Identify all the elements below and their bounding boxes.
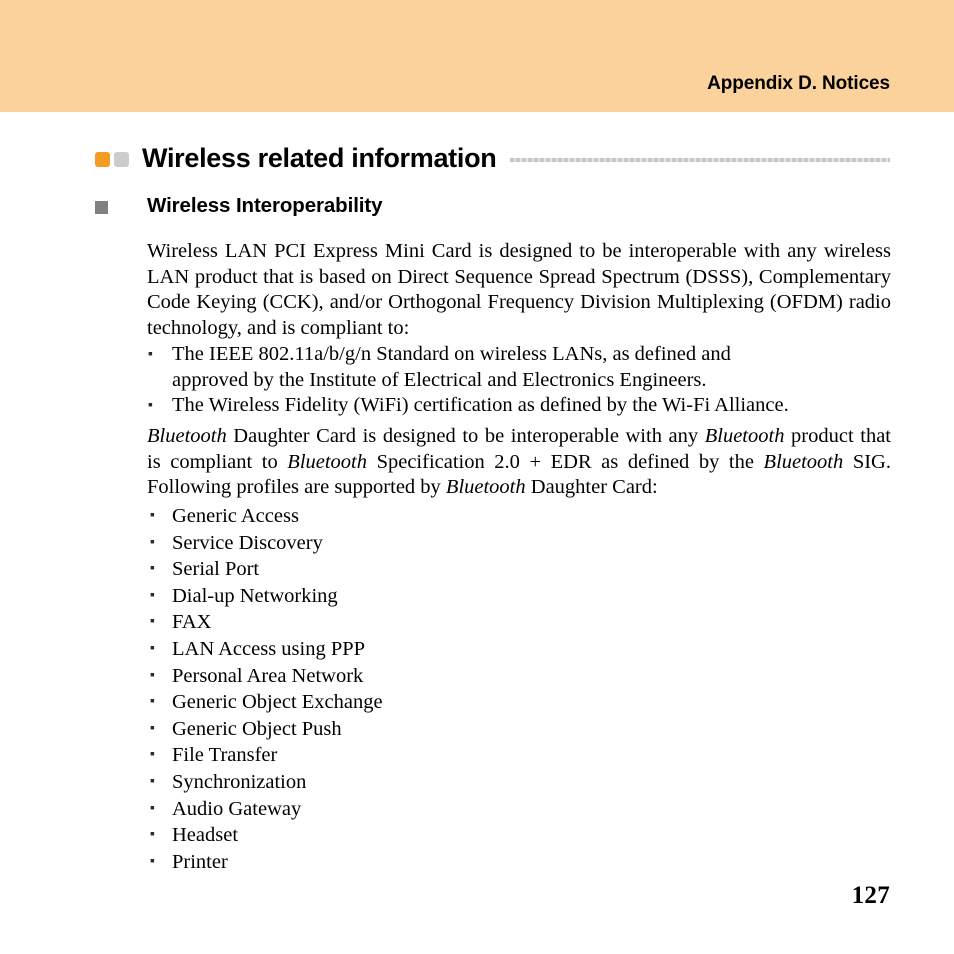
- square-bullet-icon: ▪: [150, 773, 155, 789]
- heading-dotted-rule: [510, 158, 890, 162]
- square-bullet-icon: ▪: [150, 640, 155, 656]
- bluetooth-trademark: Bluetooth: [763, 450, 844, 473]
- square-bullet-icon: ▪: [150, 694, 155, 710]
- subsection-heading-title: Wireless Interoperability: [147, 194, 383, 217]
- list-item: ▪ Printer: [150, 849, 383, 876]
- list-item-label: LAN Access using PPP: [172, 637, 366, 660]
- list-item-label: Generic Object Exchange: [172, 691, 383, 714]
- gray-square-bullet-icon: [95, 201, 108, 214]
- list-item-label: Printer: [172, 850, 228, 873]
- list-item-label: Service Discovery: [172, 531, 323, 554]
- page-number: 127: [851, 882, 890, 909]
- subsection-heading-row: Wireless Interoperability: [95, 194, 383, 218]
- list-item: ▪ Generic Object Exchange: [150, 689, 383, 716]
- section-heading-title: Wireless related information: [142, 142, 497, 173]
- list-item-line: approved by the Institute of Electrical …: [172, 368, 707, 391]
- list-item-label: Serial Port: [172, 558, 260, 581]
- page-header-title: Appendix D. Notices: [707, 73, 890, 94]
- list-item-label: Synchronization: [172, 770, 307, 793]
- list-item: ▪ Audio Gateway: [150, 796, 383, 823]
- list-item-label: Headset: [172, 824, 239, 847]
- square-bullet-icon: ▪: [148, 398, 153, 414]
- square-bullet-icon: ▪: [150, 534, 155, 550]
- list-item-line: The Wireless Fidelity (WiFi) certificati…: [172, 394, 789, 417]
- square-bullet-icon: ▪: [150, 561, 155, 577]
- list-item-label: Dial-up Networking: [172, 584, 338, 607]
- list-item: ▪ FAX: [150, 609, 383, 636]
- list-item-label: Generic Object Push: [172, 717, 342, 740]
- orange-square-icon: [95, 152, 110, 167]
- square-bullet-icon: ▪: [150, 508, 155, 523]
- bluetooth-paragraph: Bluetooth Daughter Card is designed to b…: [147, 424, 891, 501]
- standards-bullet-list: ▪ The IEEE 802.11a/b/g/n Standard on wir…: [147, 342, 891, 419]
- list-item-label: Audio Gateway: [172, 797, 302, 820]
- list-item: ▪ Generic Object Push: [150, 716, 383, 743]
- list-item: ▪ Dial-up Networking: [150, 583, 383, 610]
- list-item-line: The IEEE 802.11a/b/g/n Standard on wirel…: [172, 343, 731, 365]
- page-header-band: Appendix D. Notices: [0, 0, 954, 112]
- list-item-label: File Transfer: [172, 744, 278, 767]
- square-bullet-icon: ▪: [150, 747, 155, 763]
- intro-paragraph: Wireless LAN PCI Express Mini Card is de…: [147, 240, 891, 340]
- square-bullet-icon: ▪: [150, 587, 155, 603]
- bluetooth-trademark: Bluetooth: [704, 425, 785, 447]
- square-bullet-icon: ▪: [150, 853, 155, 869]
- square-bullet-icon: ▪: [150, 800, 155, 816]
- list-item-label: Generic Access: [172, 505, 299, 527]
- list-item: ▪ Synchronization: [150, 769, 383, 796]
- paragraph-text: Daughter Card is designed to be interope…: [226, 425, 705, 447]
- list-item: ▪ The Wireless Fidelity (WiFi) certifica…: [147, 393, 891, 419]
- square-bullet-icon: ▪: [150, 827, 155, 843]
- list-item: ▪ Headset: [150, 822, 383, 849]
- list-item: ▪ LAN Access using PPP: [150, 636, 383, 663]
- square-bullet-icon: ▪: [150, 720, 155, 736]
- intro-paragraph-block: Wireless LAN PCI Express Mini Card is de…: [147, 239, 891, 342]
- list-item: ▪ Serial Port: [150, 556, 383, 583]
- list-item: ▪ Service Discovery: [150, 530, 383, 557]
- square-bullet-icon: ▪: [148, 347, 153, 362]
- list-item-label: Personal Area Network: [172, 664, 364, 687]
- bluetooth-paragraph-block: Bluetooth Daughter Card is designed to b…: [147, 424, 891, 501]
- bluetooth-profile-list: ▪ Generic Access ▪ Service Discovery ▪ Serial…: [150, 503, 383, 875]
- section-heading-row: Wireless related information: [95, 140, 890, 176]
- paragraph-text: Specification 2.0 + EDR as defined by th…: [367, 450, 764, 473]
- list-item: ▪ Generic Access: [150, 503, 383, 530]
- bluetooth-trademark: Bluetooth: [147, 425, 227, 447]
- gray-square-icon: [114, 152, 129, 167]
- square-bullet-icon: ▪: [150, 614, 155, 630]
- list-item: ▪ Personal Area Network: [150, 663, 383, 690]
- bluetooth-trademark: Bluetooth: [445, 476, 526, 499]
- bluetooth-trademark: Bluetooth: [287, 450, 368, 473]
- list-item: ▪ The IEEE 802.11a/b/g/n Standard on wir…: [147, 342, 891, 393]
- list-item-label: FAX: [172, 611, 212, 634]
- paragraph-text: Daughter Card:: [525, 476, 658, 499]
- square-bullet-icon: ▪: [150, 667, 155, 683]
- page-body: Wireless related information Wireless In…: [0, 112, 954, 954]
- list-item: ▪ File Transfer: [150, 742, 383, 769]
